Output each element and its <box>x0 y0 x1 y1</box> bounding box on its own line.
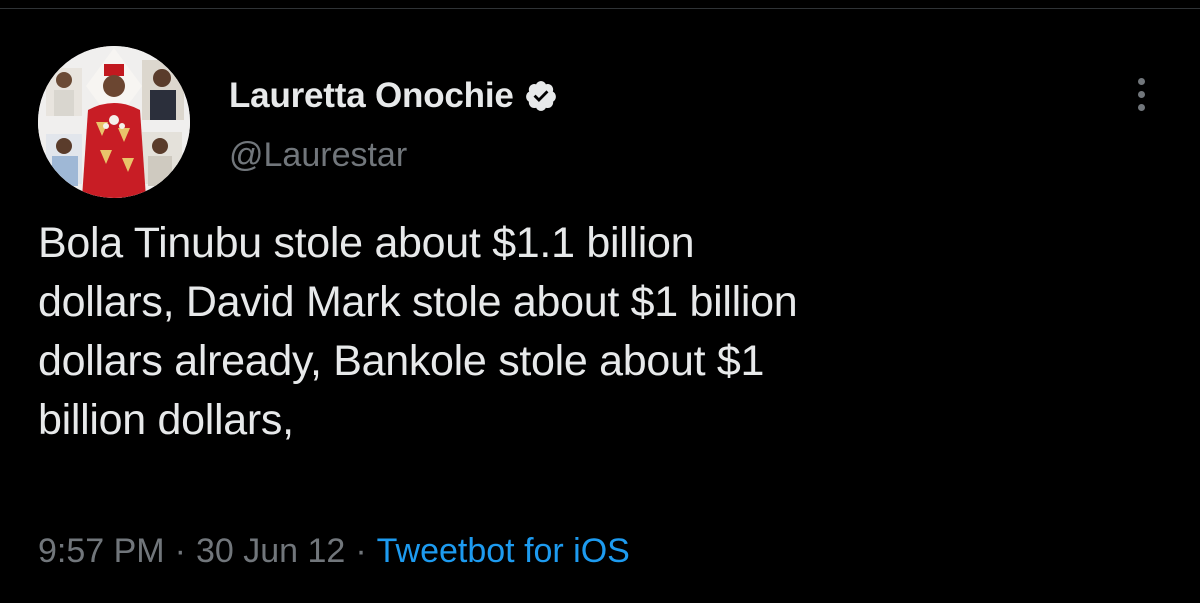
author-name-row[interactable]: Lauretta Onochie <box>229 74 558 118</box>
more-options-icon[interactable] <box>1122 70 1162 120</box>
tweet-text: Bola Tinubu stole about $1.1 billion dol… <box>38 219 798 444</box>
tweet-source-link[interactable]: Tweetbot for iOS <box>377 532 630 571</box>
tweet-time[interactable]: 9:57 PM <box>38 532 165 571</box>
author-display-name: Lauretta Onochie <box>229 76 514 115</box>
tweet-date[interactable]: 30 Jun 12 <box>196 532 345 571</box>
author-handle[interactable]: @Laurestar <box>229 136 407 175</box>
verified-badge-icon <box>524 79 558 113</box>
meta-separator: · <box>355 532 367 570</box>
tweet-metadata: 9:57 PM · 30 Jun 12 · Tweetbot for iOS <box>38 532 630 571</box>
meta-separator: · <box>174 532 186 570</box>
author-avatar[interactable] <box>38 46 190 198</box>
avatar-image <box>38 46 190 198</box>
tweet: Lauretta Onochie @Laurestar Bola Tinubu … <box>0 0 1200 603</box>
